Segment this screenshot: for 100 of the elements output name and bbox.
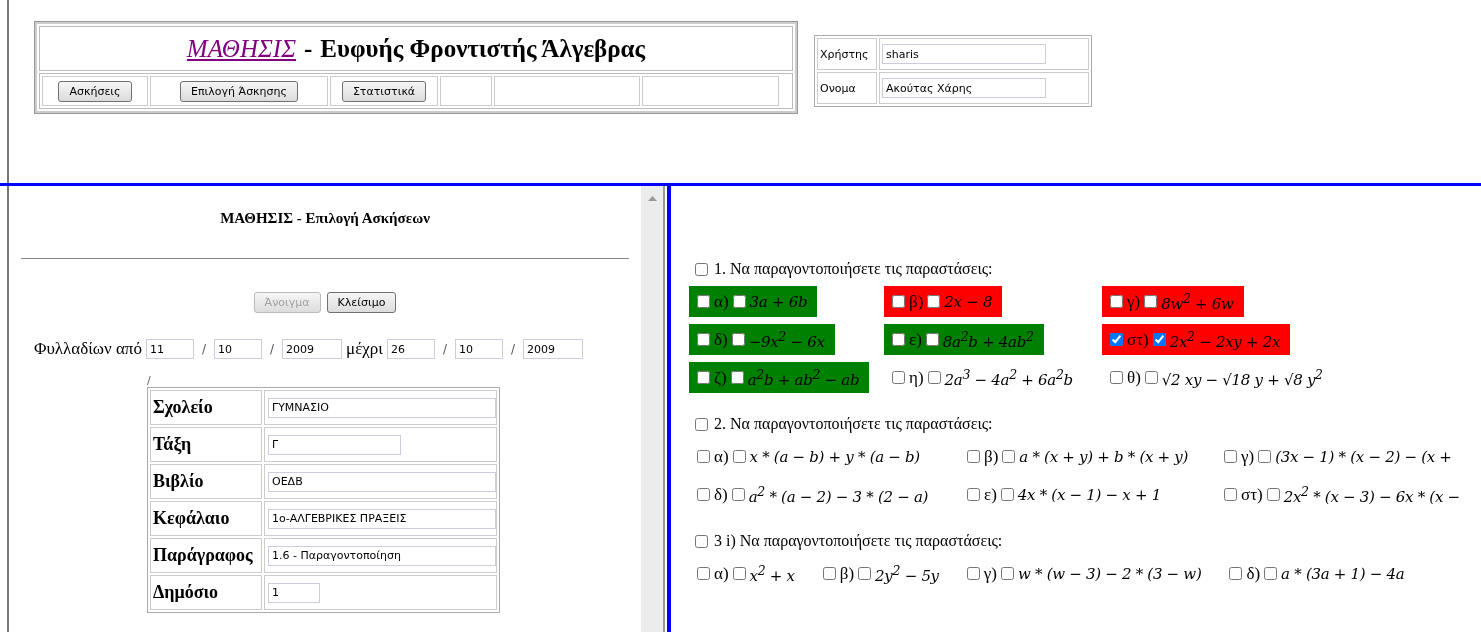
checkbox[interactable] bbox=[858, 567, 872, 580]
input-field[interactable]: ΓΥΜΝΑΣΙΟ bbox=[268, 397, 496, 418]
checkbox[interactable] bbox=[892, 371, 905, 384]
math-expression: −9x$^{2}$ − 6x bbox=[748, 328, 825, 351]
item-label: β) bbox=[909, 291, 924, 312]
item-label: α) bbox=[714, 563, 729, 584]
checkbox[interactable] bbox=[697, 295, 710, 308]
input-field[interactable]: sharis bbox=[882, 44, 1046, 64]
checkbox[interactable] bbox=[1266, 488, 1280, 501]
filter-label: μέχρι bbox=[346, 339, 383, 359]
checkbox[interactable] bbox=[967, 450, 980, 463]
checkbox[interactable] bbox=[695, 262, 708, 276]
field-label: Κεφάλαιο bbox=[150, 501, 262, 536]
date-field[interactable]: 2009 bbox=[282, 339, 343, 359]
nav-button[interactable]: Ασκήσεις bbox=[58, 80, 132, 102]
checkbox[interactable] bbox=[1110, 295, 1123, 308]
checkbox[interactable] bbox=[697, 450, 710, 463]
math-expression: 2x$^{2}$ * (x − 3) − 6x * (x − bbox=[1283, 483, 1460, 506]
checkbox[interactable] bbox=[1224, 450, 1237, 463]
math-expression: a * (3a + 1) − 4a bbox=[1281, 564, 1405, 583]
nav-button[interactable]: Επιλογή Άσκησης bbox=[180, 80, 298, 102]
item-label: δ) bbox=[1246, 563, 1261, 584]
checkbox[interactable] bbox=[1229, 567, 1243, 580]
field-label: Βιβλίο bbox=[150, 464, 262, 499]
exercise-title: 1. Να παραγοντοποιήσετε τις παραστάσεις: bbox=[714, 260, 993, 278]
checkbox[interactable] bbox=[730, 371, 744, 384]
math-expression: 8w$^{2}$ + 6w bbox=[1161, 290, 1234, 313]
checkbox[interactable] bbox=[697, 488, 710, 501]
date-field[interactable]: 10 bbox=[454, 339, 503, 359]
date-field[interactable]: 26 bbox=[386, 339, 435, 359]
checkbox[interactable] bbox=[1152, 333, 1166, 346]
checkbox[interactable] bbox=[1000, 488, 1014, 501]
date-field[interactable]: 2009 bbox=[523, 339, 583, 359]
checkbox[interactable] bbox=[697, 567, 710, 580]
math-expression: 8a$^{2}$b + 4ab$^{2}$ bbox=[942, 328, 1034, 351]
item-label: δ) bbox=[714, 484, 728, 505]
checkbox[interactable] bbox=[966, 567, 980, 580]
action-button[interactable]: Κλείσιμο bbox=[326, 292, 397, 313]
checkbox[interactable] bbox=[732, 295, 746, 308]
input-field[interactable]: Ακούτας Χάρης bbox=[882, 78, 1046, 98]
scroll-up-icon[interactable] bbox=[647, 196, 657, 201]
checkbox[interactable] bbox=[1002, 450, 1016, 463]
date-field[interactable]: 10 bbox=[214, 339, 262, 359]
checkbox[interactable] bbox=[1110, 333, 1123, 346]
checkbox[interactable] bbox=[927, 371, 941, 384]
title-separator: - bbox=[304, 34, 313, 63]
input-field[interactable]: ΟΕΔΒ bbox=[268, 471, 496, 492]
checkbox[interactable] bbox=[1110, 371, 1123, 384]
nav-button[interactable]: Στατιστικά bbox=[341, 80, 427, 102]
checkbox[interactable] bbox=[1144, 371, 1158, 384]
app-title-link[interactable]: ΜΑΘΗΣΙΣ bbox=[186, 34, 296, 63]
input-field[interactable]: Γ bbox=[268, 434, 401, 455]
checkbox[interactable] bbox=[732, 450, 746, 463]
checkbox[interactable] bbox=[1224, 488, 1237, 501]
item-label: δ) bbox=[714, 329, 728, 350]
field-label: Ονομα bbox=[817, 72, 877, 104]
math-expression: a$^{2}$b + ab$^{2}$ − ab bbox=[747, 366, 860, 389]
item-label: η) bbox=[909, 367, 924, 388]
checkbox[interactable] bbox=[1258, 450, 1272, 463]
checkbox[interactable] bbox=[892, 295, 905, 308]
math-expression: 4x * (x − 1) − x + 1 bbox=[1017, 485, 1161, 504]
checkbox[interactable] bbox=[892, 333, 905, 346]
checkbox[interactable] bbox=[697, 333, 710, 346]
input-field[interactable]: 1 bbox=[268, 582, 320, 603]
math-expression: x * (a − b) + y * (a − b) bbox=[749, 447, 920, 466]
checkbox[interactable] bbox=[1144, 295, 1158, 308]
date-separator: / bbox=[201, 342, 206, 356]
checkbox[interactable] bbox=[695, 417, 708, 431]
input-field[interactable]: 1ο-ΑΛΓΕΒΡΙΚΕΣ ΠΡΑΞΕΙΣ bbox=[268, 508, 496, 529]
checkbox[interactable] bbox=[731, 488, 745, 501]
checkbox[interactable] bbox=[822, 567, 836, 580]
checkbox[interactable] bbox=[731, 333, 745, 346]
checkbox[interactable] bbox=[927, 295, 941, 308]
math-expression: 3a + 6b bbox=[749, 292, 808, 311]
item-label: α) bbox=[714, 446, 729, 467]
item-label: γ) bbox=[983, 563, 997, 584]
math-expression: (3x − 1) * (x − 2) − (x + bbox=[1275, 447, 1452, 466]
checkbox[interactable] bbox=[695, 534, 708, 548]
item-label: β) bbox=[839, 563, 855, 584]
field-label: Σχολείο bbox=[150, 390, 262, 425]
date-separator: / bbox=[270, 342, 275, 356]
checkbox[interactable] bbox=[1001, 567, 1014, 580]
scrollbar[interactable] bbox=[641, 186, 663, 632]
item-label: θ) bbox=[1127, 367, 1141, 388]
checkbox[interactable] bbox=[1264, 567, 1278, 580]
math-expression: a$^{2}$ * (a − 2) − 3 * (2 − a) bbox=[748, 483, 929, 506]
checkbox[interactable] bbox=[925, 333, 939, 346]
checkbox[interactable] bbox=[967, 488, 980, 501]
math-expression: x$^{2}$ + x bbox=[749, 562, 795, 585]
input-field[interactable]: 1.6 - Παραγοντοποίηση bbox=[268, 545, 496, 566]
item-label: ζ) bbox=[714, 367, 727, 388]
item-label: γ) bbox=[1241, 446, 1255, 467]
panel-title: ΜΑΘΗΣΙΣ - Επιλογή Ασκήσεων bbox=[220, 210, 430, 227]
math-expression: 2a$^{3}$ − 4a$^{2}$ + 6a$^{2}$b bbox=[944, 366, 1073, 389]
checkbox[interactable] bbox=[732, 567, 746, 580]
field-label: Δημόσιο bbox=[150, 575, 262, 610]
item-label: β) bbox=[984, 446, 999, 467]
date-field[interactable]: 11 bbox=[145, 339, 194, 359]
checkbox[interactable] bbox=[697, 371, 710, 384]
field-label: Τάξη bbox=[150, 427, 262, 462]
